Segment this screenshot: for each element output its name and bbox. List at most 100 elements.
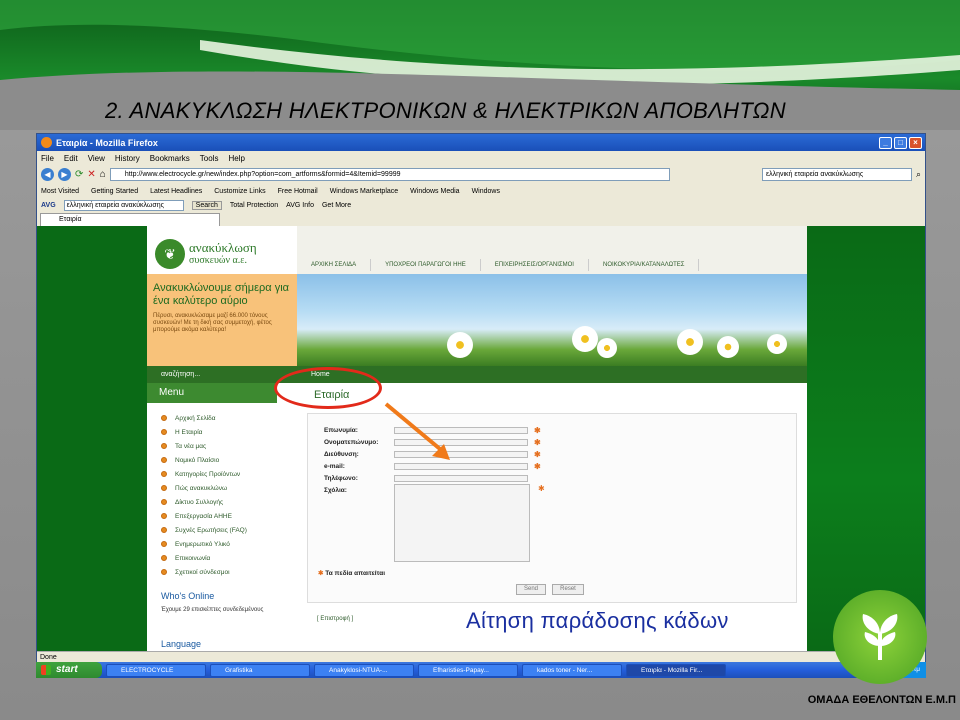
bullet-icon	[161, 555, 167, 561]
bookmark-most-visited[interactable]: Most Visited	[41, 188, 79, 195]
tab-etairia[interactable]: Εταιρία	[40, 213, 220, 226]
menu-tools[interactable]: Tools	[200, 154, 219, 163]
site-search[interactable]: αναζήτηση...	[147, 366, 297, 383]
maximize-button[interactable]: □	[894, 136, 907, 149]
menu-edit[interactable]: Edit	[64, 154, 78, 163]
menu-item-label: Νομικό Πλαίσιο	[175, 456, 220, 464]
menu-item[interactable]: Τα νέα μας	[161, 439, 247, 453]
menu-history[interactable]: History	[115, 154, 140, 163]
send-button[interactable]: Send	[516, 584, 546, 595]
nav-businesses[interactable]: ΕΠΙΧΕΙΡΗΣΕΙΣ/ΟΡΓΑΝΙΣΜΟΙ	[481, 259, 589, 271]
volunteer-logo	[833, 590, 927, 684]
avg-get-more[interactable]: Get More	[322, 202, 351, 209]
task-electrocycle[interactable]: ELECTROCYCLE	[106, 663, 206, 677]
form-row: Σχόλια:	[324, 485, 394, 495]
required-star-icon: ✱	[534, 437, 541, 447]
bullet-icon	[161, 429, 167, 435]
avg-search-button[interactable]: Search	[191, 200, 222, 210]
status-bar: Done	[37, 651, 925, 662]
avg-search-select[interactable]: ελληνική εταιρεία ανακύκλωσης	[63, 199, 184, 211]
menu-item-label: Επικοινωνία	[175, 554, 211, 562]
task-firefox[interactable]: Εταιρία - Mozilla Fir...	[626, 663, 726, 677]
url-bar[interactable]: http://www.electrocycle.gr/new/index.php…	[109, 168, 670, 181]
comments-textarea[interactable]	[394, 484, 530, 562]
hero-banner	[297, 274, 807, 366]
menu-item[interactable]: Συχνές Ερωτήσεις (FAQ)	[161, 523, 247, 537]
bullet-icon	[161, 457, 167, 463]
menu-item[interactable]: Νομικό Πλαίσιο	[161, 453, 247, 467]
avg-total-protection[interactable]: Total Protection	[230, 202, 278, 209]
reload-icon[interactable]: ⟳	[75, 169, 83, 180]
menu-item-label: Δίκτυο Συλλογής	[175, 498, 224, 506]
close-button[interactable]: ×	[909, 136, 922, 149]
bookmarks-toolbar: Most Visited Getting Started Latest Head…	[37, 184, 925, 198]
bookmark-windows[interactable]: Windows	[472, 188, 500, 195]
required-star-icon: ✱	[534, 449, 541, 459]
bookmark-windows-media[interactable]: Windows Media	[410, 188, 459, 195]
menu-item[interactable]: Επικοινωνία	[161, 551, 247, 565]
bookmark-free-hotmail[interactable]: Free Hotmail	[278, 188, 318, 195]
menu-item[interactable]: Αρχική Σελίδα	[161, 411, 247, 425]
menu-item-label: Συχνές Ερωτήσεις (FAQ)	[175, 526, 247, 534]
search-box[interactable]: ελληνική εταιρεία ανακύκλωσης	[761, 168, 912, 181]
menu-item[interactable]: Επεξεργασία ΑΗΗΕ	[161, 509, 247, 523]
daisy-image	[717, 336, 739, 358]
menu-item[interactable]: Ενημερωτικό Υλικό	[161, 537, 247, 551]
bullet-icon	[161, 513, 167, 519]
task-grafistika[interactable]: Grafistika	[210, 663, 310, 677]
required-star-icon: ✱	[534, 425, 541, 435]
bookmark-customize-links[interactable]: Customize Links	[214, 188, 265, 195]
back-icon[interactable]: ◀	[41, 168, 54, 181]
search-icon[interactable]: ⌕	[916, 169, 921, 180]
home-icon[interactable]: ⌂	[100, 169, 106, 180]
stop-icon[interactable]: ✕	[87, 169, 95, 180]
bookmark-latest-headlines[interactable]: Latest Headlines	[150, 188, 202, 195]
back-link[interactable]: [ Επιστροφή ]	[317, 616, 353, 622]
menu-help[interactable]: Help	[228, 154, 244, 163]
navigation-toolbar: ◀ ▶ ⟳ ✕ ⌂ http://www.electrocycle.gr/new…	[37, 165, 925, 184]
bullet-icon	[161, 569, 167, 575]
field-label: Σχόλια:	[324, 486, 347, 494]
whos-online-text: Έχουμε 29 επισκέπτες συνδεδεμένους	[161, 607, 264, 613]
start-button[interactable]: start	[36, 662, 102, 678]
avg-logo: AVG	[41, 201, 56, 209]
logo-line-1: ανακύκλωση	[189, 240, 257, 255]
reset-button[interactable]: Reset	[552, 584, 584, 595]
bookmark-windows-marketplace[interactable]: Windows Marketplace	[330, 188, 398, 195]
menu-item-label: Αρχική Σελίδα	[175, 414, 216, 422]
site-logo[interactable]: ❦ ανακύκλωση συσκευών α.ε.	[155, 236, 285, 272]
menu-item[interactable]: Δίκτυο Συλλογής	[161, 495, 247, 509]
menu-item-label: Σχετικοί σύνδεσμοι	[175, 568, 230, 576]
phone-input[interactable]	[394, 474, 528, 482]
task-efharisties[interactable]: Efharisties-Papay...	[418, 663, 518, 677]
menu-item[interactable]: Κατηγορίες Προϊόντων	[161, 467, 247, 481]
language-heading: Language	[161, 639, 202, 649]
menu-item-label: Ενημερωτικό Υλικό	[175, 540, 230, 548]
task-kados-toner[interactable]: kados toner - Ner...	[522, 663, 622, 677]
menu-bookmarks[interactable]: Bookmarks	[150, 154, 190, 163]
promo-heading: Ανακυκλώνουμε σήμερα για ένα καλύτερο αύ…	[153, 282, 289, 307]
menu-item[interactable]: Η Εταιρία	[161, 425, 247, 439]
menu-item[interactable]: Σχετικοί σύνδεσμοι	[161, 565, 247, 579]
minimize-button[interactable]: _	[879, 136, 892, 149]
nav-home[interactable]: ΑΡΧΙΚΗ ΣΕΛΙΔΑ	[297, 259, 372, 271]
menu-item-label: Επεξεργασία ΑΗΗΕ	[175, 512, 232, 520]
form-row: Τηλέφωνο:	[324, 473, 528, 483]
menu-item-label: Η Εταιρία	[175, 428, 203, 436]
required-star-icon: ✱	[538, 484, 545, 493]
bookmark-getting-started[interactable]: Getting Started	[91, 188, 138, 195]
required-star-icon: ✱	[534, 461, 541, 471]
avg-info[interactable]: AVG Info	[286, 202, 314, 209]
menu-file[interactable]: File	[41, 154, 54, 163]
site-menu: Αρχική Σελίδα Η Εταιρία Τα νέα μας Νομικ…	[161, 411, 247, 579]
forward-icon[interactable]: ▶	[58, 168, 71, 181]
nav-households[interactable]: ΝΟΙΚΟΚΥΡΙΑ/ΚΑΤΑΝΑΛΩΤΕΣ	[589, 259, 700, 271]
menu-view[interactable]: View	[88, 154, 105, 163]
menu-item[interactable]: Πώς ανακυκλώνω	[161, 481, 247, 495]
task-anakyklosi[interactable]: Anakyklosi-NTUA-...	[314, 663, 414, 677]
bullet-icon	[161, 415, 167, 421]
daisy-image	[677, 329, 703, 355]
nav-producers[interactable]: ΥΠΟΧΡΕΟΙ ΠΑΡΑΓΩΓΟΙ ΗΗΕ	[371, 259, 481, 271]
promo-box: Ανακυκλώνουμε σήμερα για ένα καλύτερο αύ…	[147, 274, 297, 366]
site-search-label: αναζήτηση...	[161, 371, 201, 378]
